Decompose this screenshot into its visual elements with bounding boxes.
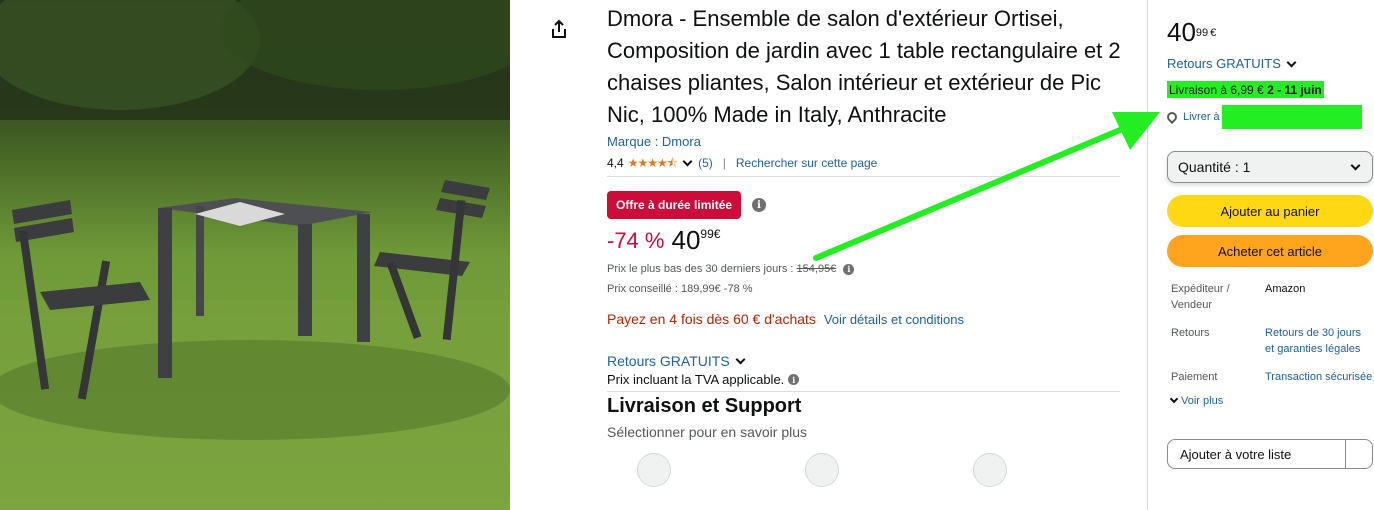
installments-link[interactable]: Voir détails et conditions	[824, 312, 964, 327]
redacted-address	[1221, 105, 1362, 129]
delivery-dates: 2 - 11 juin	[1267, 83, 1322, 97]
tva-text: Prix incluant la TVA applicable. i	[607, 372, 1122, 387]
msrp-text: Prix conseillé : 189,99€ -78 %	[607, 283, 753, 295]
support-title: Livraison et Support	[607, 395, 802, 417]
divider	[607, 391, 1120, 392]
free-returns-link[interactable]: Retours GRATUITS	[607, 353, 1122, 369]
price-whole: 40	[671, 225, 701, 255]
support-subtitle: Sélectionner pour en savoir plus	[607, 424, 808, 440]
rating-row: 4,4 ★★★★⯪ (5) | Rechercher sur cette pag…	[607, 155, 1122, 171]
deal-badge: Offre à durée limitée	[607, 191, 742, 219]
quantity-select[interactable]: Quantité : 1	[1167, 151, 1373, 183]
info-icon[interactable]: i	[843, 263, 855, 275]
returns-policy-link[interactable]: Retours de 30 jours et garanties légales	[1265, 309, 1373, 357]
package-icon[interactable]	[637, 453, 671, 487]
tva-label: Prix incluant la TVA applicable.	[607, 372, 785, 387]
price: 4099€	[671, 225, 720, 256]
add-to-list-button[interactable]: Ajouter à votre liste	[1167, 439, 1373, 469]
brand-link[interactable]: Marque : Dmora	[607, 133, 1122, 151]
delivery-highlight: Livraison à 6,99 € 2 - 11 juin	[1167, 81, 1324, 98]
chevron-down-icon[interactable]	[682, 156, 693, 167]
divider	[607, 176, 1120, 177]
rating-value: 4,4	[607, 156, 624, 170]
product-details: Dmora - Ensemble de salon d'extérieur Or…	[607, 0, 1122, 487]
chevron-down-icon	[735, 354, 746, 365]
see-more-label: Voir plus	[1181, 395, 1224, 407]
buybox-price-fraction: 99	[1195, 27, 1209, 39]
lowest-price-value: 154,95€	[796, 263, 837, 275]
chevron-down-icon	[1169, 394, 1179, 404]
delivery-price: Livraison à 6,99 €	[1169, 83, 1264, 97]
info-row-payment: Paiement Transaction sécurisée	[1167, 369, 1373, 385]
quantity-value: 1	[1242, 159, 1251, 175]
product-title: Dmora - Ensemble de salon d'extérieur Or…	[607, 6, 1121, 127]
search-page-link[interactable]: Rechercher sur cette page	[736, 155, 877, 171]
chevron-down-icon	[1350, 160, 1361, 170]
seller-info: Expéditeur / Vendeur Amazon Retours Reto…	[1167, 281, 1373, 385]
add-to-list-label: Ajouter à votre liste	[1180, 446, 1292, 462]
info-row-returns: Retours Retours de 30 jours et garanties…	[1167, 309, 1373, 357]
installments-text: Payez en 4 fois dès 60 € d'achats	[607, 311, 816, 327]
info-icon[interactable]: i	[788, 374, 800, 385]
see-more-link[interactable]: Voir plus	[1167, 394, 1373, 407]
price-currency: €	[713, 227, 721, 241]
buy-now-button[interactable]: Acheter cet article	[1167, 235, 1373, 267]
buy-box: 4099 € Retours GRATUITS Livraison à 6,99 …	[1147, 0, 1374, 510]
location-pin-icon	[1164, 109, 1180, 125]
info-label: Paiement	[1171, 371, 1218, 383]
delivery-info: Livraison à 6,99 € 2 - 11 juin	[1167, 81, 1351, 98]
buybox-price-whole: 40	[1167, 17, 1196, 47]
buybox-price: 4099 €	[1167, 18, 1373, 46]
share-icon[interactable]	[548, 18, 570, 40]
payment-link[interactable]: Transaction sécurisée	[1265, 369, 1373, 385]
info-icon[interactable]: i	[752, 198, 767, 212]
buybox-price-currency: €	[1210, 27, 1217, 39]
price-fraction: 99	[700, 227, 714, 241]
review-count-link[interactable]: (5)	[698, 155, 713, 171]
deliver-to-label: Livrer à	[1183, 111, 1220, 123]
quantity-label: Quantité :	[1178, 159, 1239, 175]
headset-icon[interactable]	[973, 453, 1007, 487]
discount-percent: -74 %	[607, 228, 665, 253]
add-to-cart-button[interactable]: Ajouter au panier	[1167, 195, 1373, 227]
lowest-price-30d: Prix le plus bas des 30 derniers jours :…	[607, 259, 1122, 279]
buybox-returns-link[interactable]: Retours GRATUITS	[1167, 56, 1373, 71]
buybox-returns-label: Retours GRATUITS	[1167, 56, 1281, 71]
lowest-price-label: Prix le plus bas des 30 derniers jours :	[607, 263, 794, 275]
free-returns-label: Retours GRATUITS	[607, 353, 730, 369]
installments-row: Payez en 4 fois dès 60 € d'achats Voir d…	[607, 311, 1122, 327]
info-label: Retours	[1171, 327, 1210, 339]
return-icon[interactable]	[805, 453, 839, 487]
separator: |	[722, 156, 726, 170]
star-rating-icon[interactable]: ★★★★⯪	[628, 155, 678, 171]
support-icons	[607, 453, 1122, 487]
deal-row: Offre à durée limitée i	[607, 191, 1122, 219]
divider	[1345, 440, 1346, 468]
quantity-display: Quantité : 1	[1178, 159, 1250, 175]
price-block: -74 % 4099€	[607, 225, 1122, 259]
chevron-down-icon	[1286, 57, 1297, 67]
product-image[interactable]	[0, 0, 510, 510]
deliver-to-link[interactable]: Livrer à	[1164, 105, 1373, 129]
